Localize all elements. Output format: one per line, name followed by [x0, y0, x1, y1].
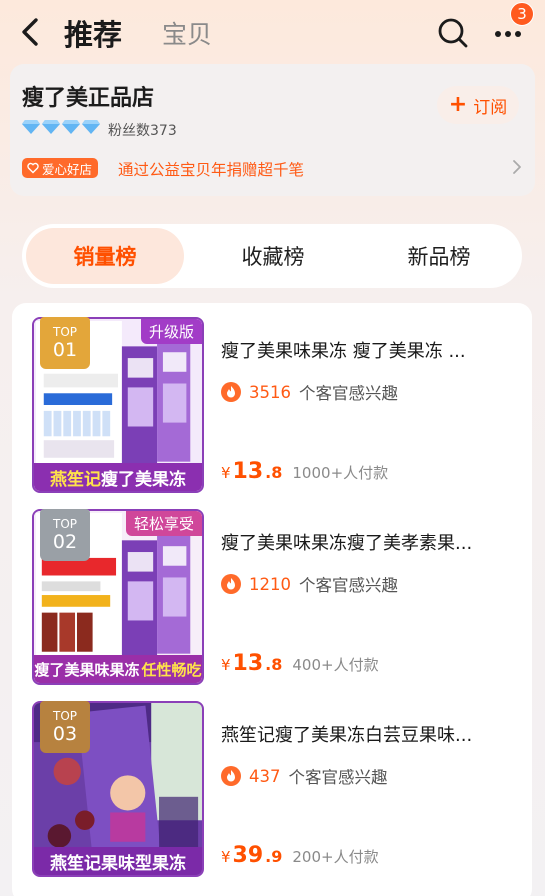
price-row: ¥ 13 .8 1000+人付款	[221, 459, 388, 484]
store-card[interactable]: 瘦了美正品店 粉丝数373 + 订阅 爱心好店 通过公益宝贝年捐赠超千笔	[10, 64, 535, 196]
price-row: ¥ 39 .9 200+人付款	[221, 843, 379, 868]
chevron-right-icon[interactable]	[510, 156, 524, 178]
thumbnail-caption: 燕笙记果味型果冻	[34, 847, 202, 875]
diamond-icon	[82, 120, 100, 134]
diamond-icon	[42, 120, 60, 134]
subscribe-button[interactable]: + 订阅	[437, 86, 519, 124]
thumbnail-caption-text: 燕笙记果味型果冻	[50, 853, 186, 874]
thumbnail-caption-highlight: 燕笙记	[50, 469, 101, 490]
price-decimal: .8	[265, 655, 283, 674]
product-item[interactable]: 轻松享受 瘦了美果味果冻 任性畅吃 TOP 02 瘦了美果味果冻瘦了美孝素果..…	[12, 495, 532, 685]
rank-badge-number: 01	[52, 339, 78, 361]
product-title[interactable]: 瘦了美果味果冻 瘦了美果冻 ...	[221, 337, 511, 363]
back-arrow-icon	[22, 18, 38, 46]
flame-icon	[221, 382, 241, 402]
interest-row: 437 个客官感兴趣	[221, 764, 388, 788]
thumbnail-caption-text: 瘦了美果味果冻	[34, 660, 140, 679]
interest-row: 3516 个客官感兴趣	[221, 380, 398, 404]
product-title[interactable]: 燕笙记瘦了美果冻白芸豆果味...	[221, 721, 511, 747]
sold-count: 400+人付款	[292, 656, 379, 674]
thumbnail-banner: 轻松享受	[125, 511, 202, 536]
price-integer: 13	[232, 651, 264, 676]
notification-badge: 3	[510, 2, 534, 26]
thumbnail-caption-text: 瘦了美果冻	[101, 469, 186, 490]
store-level-diamonds	[22, 119, 100, 135]
thumbnail-caption: 燕笙记 瘦了美果冻	[34, 463, 202, 491]
thumbnail-caption: 瘦了美果味果冻 任性畅吃	[34, 655, 202, 683]
currency-symbol: ¥	[221, 464, 231, 482]
product-title[interactable]: 瘦了美果味果冻瘦了美孝素果...	[221, 529, 511, 555]
currency-symbol: ¥	[221, 848, 231, 866]
search-icon	[438, 18, 468, 48]
store-name: 瘦了美正品店	[22, 86, 155, 111]
diamond-icon	[22, 120, 40, 134]
price-integer: 39	[232, 843, 264, 868]
tab-favorites-ranking[interactable]: 收藏榜	[194, 228, 352, 284]
price-decimal: .9	[265, 847, 283, 866]
interest-count: 437	[249, 766, 281, 786]
rank-badge-top: TOP	[52, 709, 77, 723]
price-decimal: .8	[265, 463, 283, 482]
product-list: 升级版 燕笙记 瘦了美果冻 TOP 01 瘦了美果味果冻 瘦了美果冻 ... 3…	[12, 303, 532, 896]
flame-icon	[221, 766, 241, 786]
tab-items[interactable]: 宝贝	[162, 15, 212, 51]
diamond-icon	[62, 120, 80, 134]
price-row: ¥ 13 .8 400+人付款	[221, 651, 379, 676]
charity-badge-label: 爱心好店	[42, 161, 93, 177]
back-button[interactable]	[14, 14, 46, 50]
plus-icon: +	[448, 92, 468, 117]
fans-count: 粉丝数373	[108, 123, 177, 139]
flame-icon	[221, 574, 241, 594]
rank-badge-top: TOP	[52, 517, 77, 531]
thumbnail-banner: 升级版	[140, 319, 202, 344]
sold-count: 200+人付款	[292, 848, 379, 866]
rank-badge-number: 02	[52, 531, 78, 553]
charity-description[interactable]: 通过公益宝贝年捐赠超千笔	[118, 158, 304, 180]
interest-label: 个客官感兴趣	[299, 576, 398, 595]
rank-badge: TOP 01	[40, 317, 90, 369]
rank-badge-number: 03	[52, 723, 78, 745]
subscribe-label: 订阅	[473, 97, 508, 118]
product-item[interactable]: 燕笙记果味型果冻 TOP 03 燕笙记瘦了美果冻白芸豆果味... 437 个客官…	[12, 687, 532, 877]
top-nav-bar: 推荐 宝贝 3	[0, 0, 545, 66]
search-button[interactable]	[436, 16, 470, 50]
tab-recommend[interactable]: 推荐	[64, 12, 122, 54]
tab-new-ranking[interactable]: 新品榜	[360, 228, 518, 284]
interest-row: 1210 个客官感兴趣	[221, 572, 398, 596]
rank-badge: TOP 02	[40, 509, 90, 561]
interest-label: 个客官感兴趣	[288, 768, 388, 787]
sold-count: 1000+人付款	[292, 464, 389, 482]
currency-symbol: ¥	[221, 656, 231, 674]
rank-badge: TOP 03	[40, 701, 90, 753]
ranking-tabs: 销量榜 收藏榜 新品榜	[22, 224, 522, 288]
heart-icon	[27, 162, 39, 174]
tab-sales-ranking[interactable]: 销量榜	[26, 228, 184, 284]
thumbnail-caption-highlight: 任性畅吃	[141, 660, 202, 679]
interest-count: 3516	[249, 382, 291, 402]
rank-badge-top: TOP	[52, 325, 77, 339]
price-integer: 13	[232, 459, 264, 484]
interest-count: 1210	[249, 574, 291, 594]
interest-label: 个客官感兴趣	[299, 384, 398, 403]
charity-badge: 爱心好店	[22, 158, 99, 178]
product-item[interactable]: 升级版 燕笙记 瘦了美果冻 TOP 01 瘦了美果味果冻 瘦了美果冻 ... 3…	[12, 303, 532, 493]
